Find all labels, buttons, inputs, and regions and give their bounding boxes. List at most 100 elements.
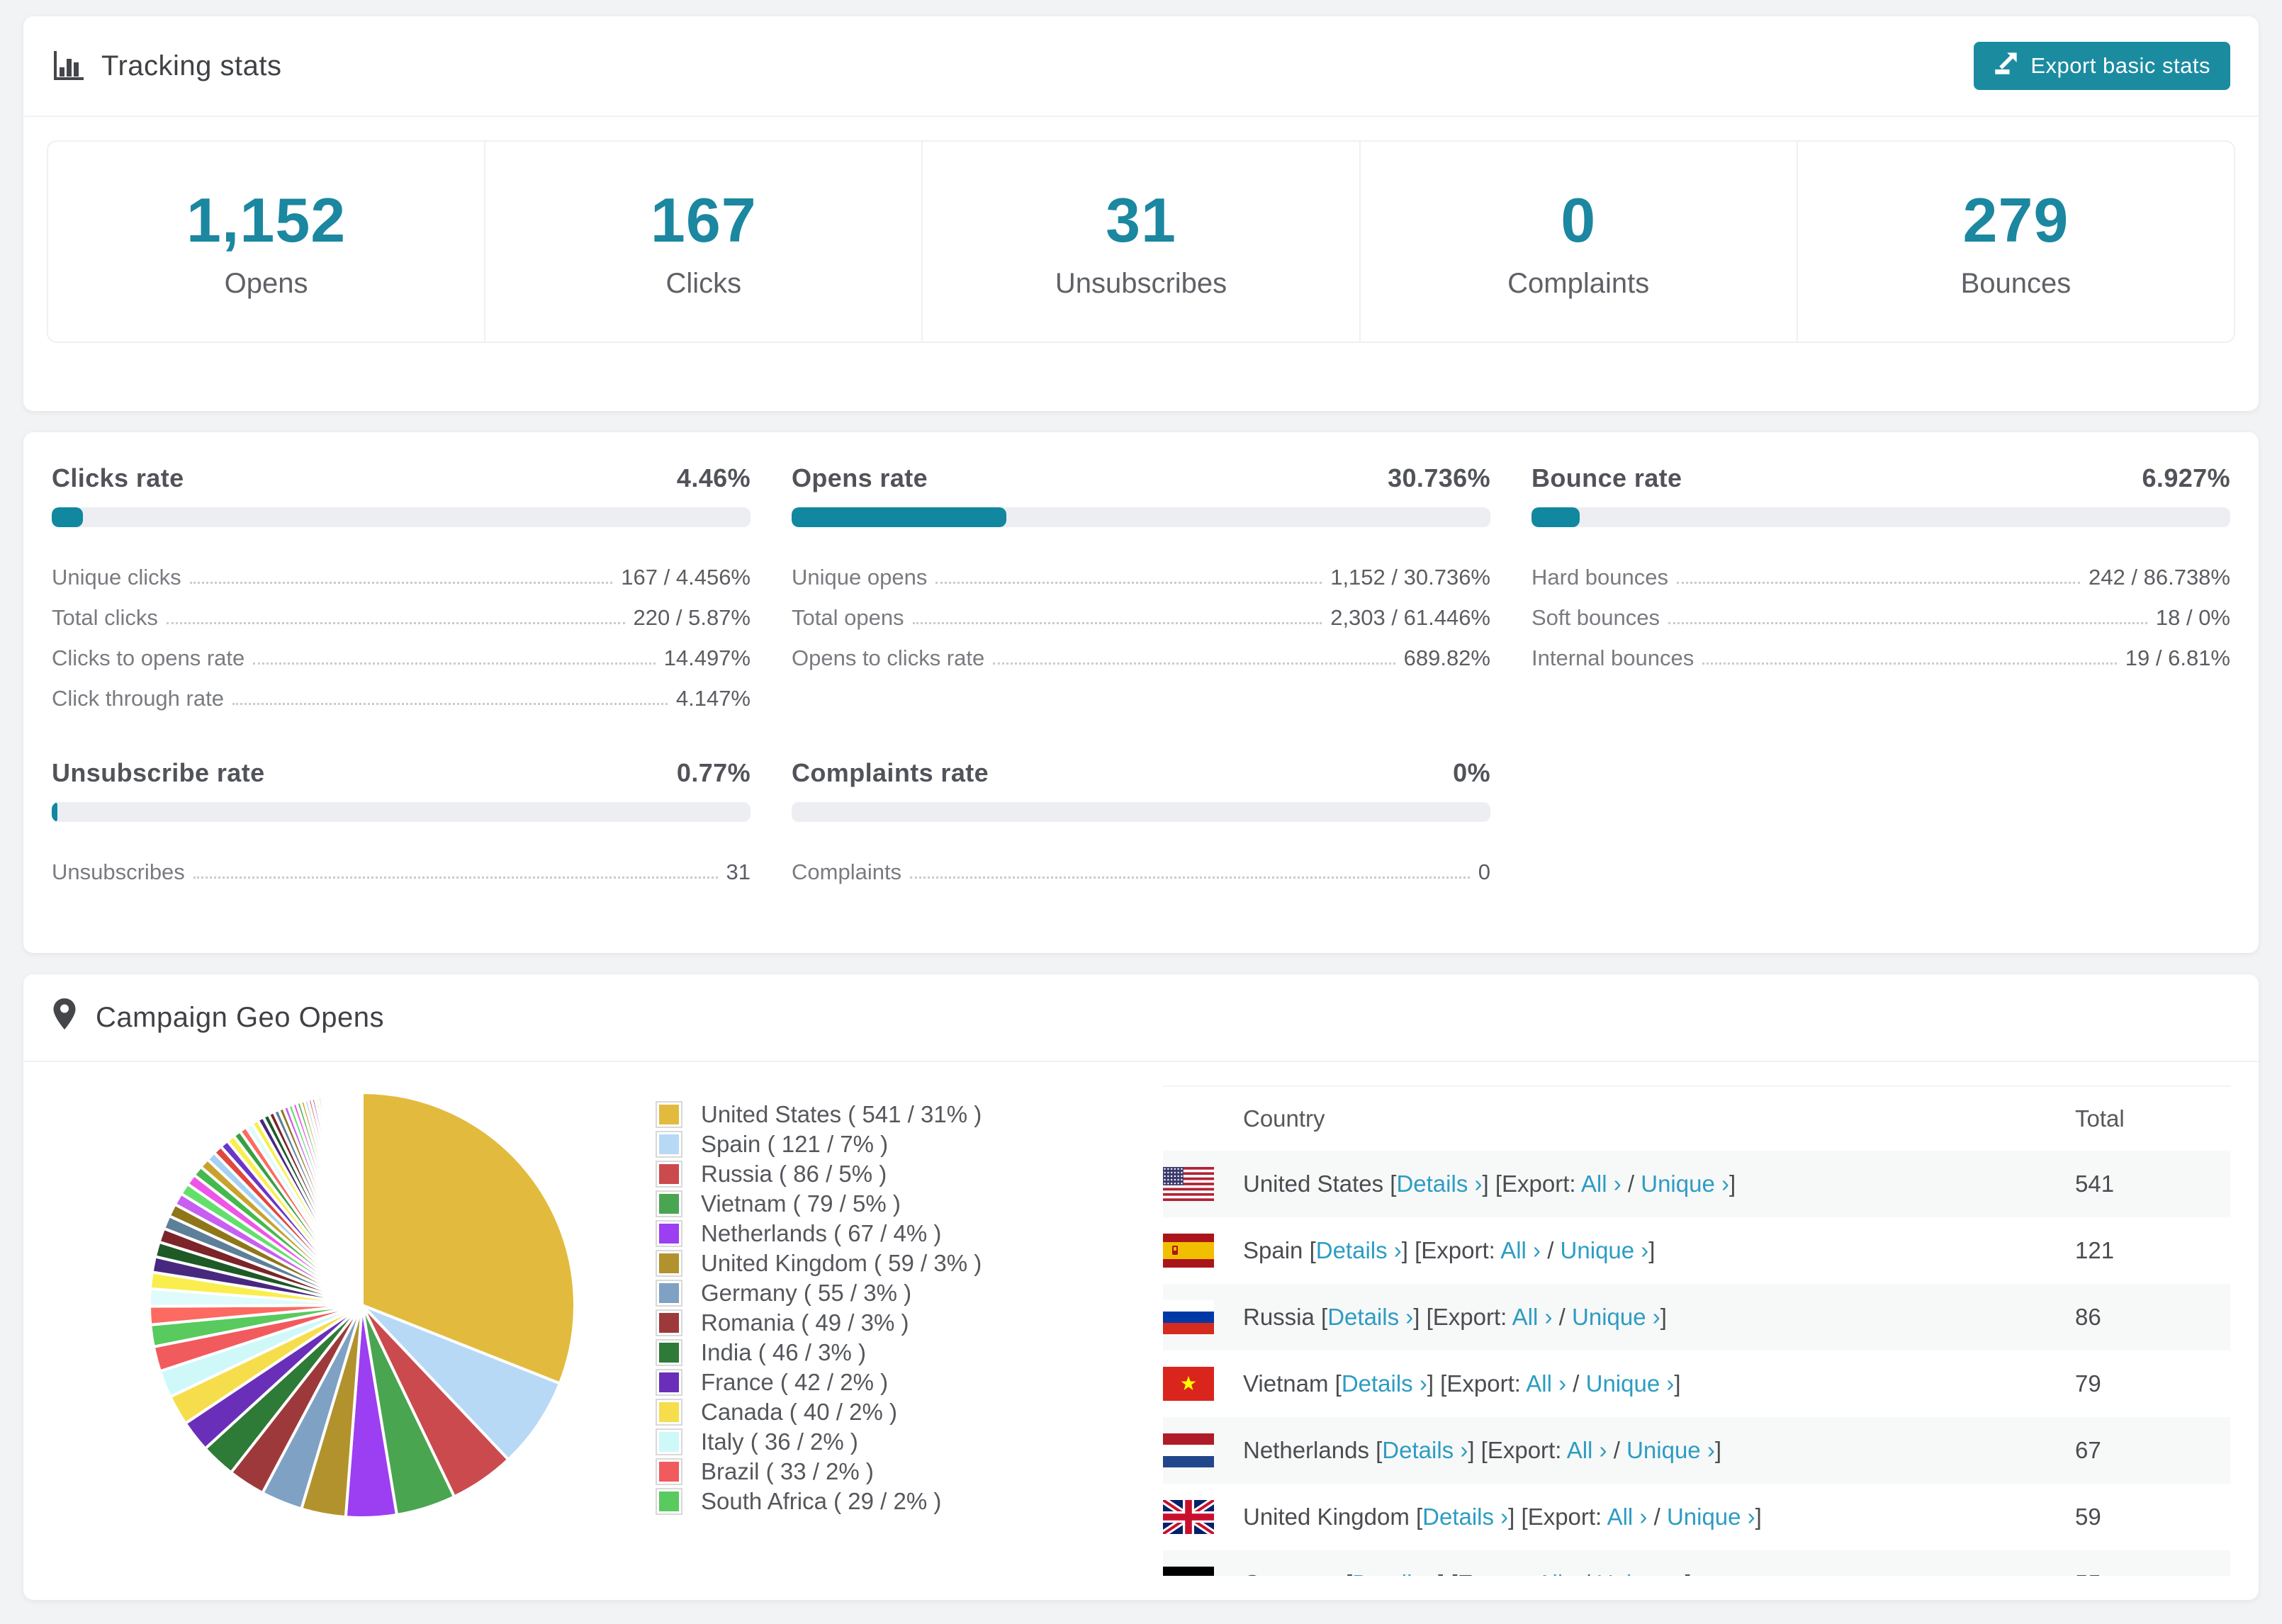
bracket-close: ] [1674, 1370, 1681, 1397]
slash: / [1577, 1570, 1597, 1576]
geo-export-all-link[interactable]: All › [1607, 1504, 1648, 1530]
rate-stat-row: Soft bounces 18 / 0% [1531, 590, 2230, 631]
geo-row-total: 86 [2075, 1304, 2101, 1330]
geo-export-all-link[interactable]: All › [1536, 1570, 1577, 1576]
rate-progress-fill [52, 507, 83, 527]
dotted-leader [166, 622, 625, 624]
legend-item-france: France ( 42 / 2% ) [656, 1368, 1152, 1397]
geo-details-link[interactable]: Details › [1382, 1437, 1468, 1463]
bracket: ] [ [1482, 1171, 1502, 1197]
geo-row-nl: Netherlands [Details ›] [Export: All › /… [1163, 1417, 2230, 1484]
rate-stat-label: Click through rate [52, 686, 224, 711]
geo-export-all-link[interactable]: All › [1512, 1304, 1553, 1330]
geo-row-total: 541 [2075, 1171, 2115, 1197]
bar-chart-icon [52, 50, 84, 82]
geo-row-text: Germany [Details ›] [Export: All › / Uni… [1243, 1550, 2075, 1576]
rate-stat-row: Clicks to opens rate 14.497% [52, 631, 751, 671]
rate-stat-label: Opens to clicks rate [792, 645, 985, 670]
geo-export-all-link[interactable]: All › [1581, 1171, 1621, 1197]
legend-item-vietnam: Vietnam ( 79 / 5% ) [656, 1189, 1152, 1219]
geo-details-link[interactable]: Details › [1342, 1370, 1427, 1397]
rate-stat-value: 689.82% [1403, 645, 1490, 670]
rate-stat-row: Unsubscribes 31 [52, 845, 751, 885]
rate-stat-label: Total opens [792, 605, 904, 630]
flag-icon-gb [1163, 1484, 1243, 1550]
geo-row-total: 59 [2075, 1504, 2101, 1530]
geo-export-all-link[interactable]: All › [1567, 1437, 1607, 1463]
geo-row-text: United Kingdom [Details ›] [Export: All … [1243, 1484, 2075, 1550]
summary-stats-row: 1,152 Opens 167 Clicks 31 Unsubscribes 0 Compla… [47, 140, 2235, 343]
geo-export-unique-link[interactable]: Unique › [1667, 1504, 1755, 1530]
dotted-leader [193, 876, 718, 879]
rate-stat-value: 4.147% [675, 686, 751, 711]
export-label: Export: [1458, 1570, 1537, 1576]
geo-export-unique-link[interactable]: Unique › [1626, 1437, 1715, 1463]
legend-item-russia: Russia ( 86 / 5% ) [656, 1159, 1152, 1189]
rate-progress-bar [792, 507, 1490, 527]
geo-export-unique-link[interactable]: Unique › [1586, 1370, 1675, 1397]
rates-grid: Clicks rate 4.46% Unique clicks 167 / 4.456… [52, 463, 2230, 885]
tracking-stats-card: Tracking stats Export basic stats 1,152 O… [23, 16, 2259, 411]
legend-swatch [656, 1250, 682, 1277]
geo-export-unique-link[interactable]: Unique › [1597, 1570, 1685, 1576]
legend-label: Brazil ( 33 / 2% ) [701, 1458, 874, 1484]
slash: / [1552, 1304, 1573, 1330]
geo-opens-body: United States ( 541 / 31% ) Spain ( 121 /… [23, 1062, 2259, 1576]
geo-export-unique-link[interactable]: Unique › [1641, 1171, 1729, 1197]
geo-row-total: 67 [2075, 1437, 2101, 1463]
legend-label: Vietnam ( 79 / 5% ) [701, 1190, 901, 1217]
legend-label: Russia ( 86 / 5% ) [701, 1161, 887, 1187]
slash: / [1541, 1237, 1561, 1263]
flag-icon-es [1163, 1217, 1243, 1284]
stat-cell-bounces: 279 Bounces [1796, 142, 2234, 342]
legend-label: United States ( 541 / 31% ) [701, 1101, 982, 1127]
legend-label: France ( 42 / 2% ) [701, 1369, 889, 1395]
geo-export-all-link[interactable]: All › [1526, 1370, 1566, 1397]
geo-details-link[interactable]: Details › [1396, 1171, 1482, 1197]
slash: / [1607, 1437, 1627, 1463]
legend-item-netherlands: Netherlands ( 67 / 4% ) [656, 1219, 1152, 1248]
export-basic-stats-button[interactable]: Export basic stats [1974, 42, 2230, 90]
geo-row-total: 55 [2075, 1550, 2230, 1576]
geo-row-es: Spain [Details ›] [Export: All › / Uniqu… [1163, 1217, 2230, 1284]
rate-progress-fill [52, 802, 57, 822]
rate-section-clicks-rate: Clicks rate 4.46% Unique clicks 167 / 4.456… [52, 463, 751, 711]
stat-value: 167 [650, 184, 757, 255]
legend-swatch [656, 1399, 682, 1426]
geo-details-link[interactable]: Details › [1327, 1304, 1413, 1330]
flag-icon-de [1163, 1550, 1243, 1576]
legend-label: United Kingdom ( 59 / 3% ) [701, 1250, 982, 1276]
country-name: United States [ [1243, 1171, 1397, 1197]
legend-item-spain: Spain ( 121 / 7% ) [656, 1129, 1152, 1159]
export-label: Export: [1446, 1370, 1527, 1397]
geo-details-link[interactable]: Details › [1352, 1570, 1438, 1576]
geo-row-de: Germany [Details ›] [Export: All › / Uni… [1163, 1550, 2230, 1576]
bracket: ] [ [1438, 1570, 1458, 1576]
geo-pie-chart [142, 1086, 582, 1525]
legend-item-italy: Italy ( 36 / 2% ) [656, 1427, 1152, 1457]
geo-export-unique-link[interactable]: Unique › [1572, 1304, 1660, 1330]
legend-item-canada: Canada ( 40 / 2% ) [656, 1397, 1152, 1427]
geo-details-link[interactable]: Details › [1422, 1504, 1508, 1530]
slash: / [1621, 1171, 1641, 1197]
geo-details-link[interactable]: Details › [1316, 1237, 1402, 1263]
rate-stat-row: Unique clicks 167 / 4.456% [52, 550, 751, 590]
dotted-leader [189, 582, 613, 584]
stat-label: Unsubscribes [1055, 267, 1227, 299]
rate-stat-value: 18 / 0% [2155, 605, 2230, 630]
geo-table: Country Total United States [Details ›] … [1163, 1086, 2230, 1576]
legend-label: Germany ( 55 / 3% ) [701, 1280, 912, 1306]
rate-stat-label: Hard bounces [1531, 565, 1669, 590]
rate-stat-value: 31 [726, 859, 751, 884]
rate-stat-value: 0 [1478, 859, 1490, 884]
geo-export-unique-link[interactable]: Unique › [1561, 1237, 1649, 1263]
rate-section-bounce-rate: Bounce rate 6.927% Hard bounces 242 / 86.73… [1531, 463, 2230, 711]
export-label: Export: [1487, 1437, 1567, 1463]
legend-swatch [656, 1309, 682, 1336]
legend-item-brazil: Brazil ( 33 / 2% ) [656, 1457, 1152, 1487]
rate-stat-row: Complaints 0 [792, 845, 1490, 885]
legend-swatch [656, 1458, 682, 1485]
export-label: Export: [1421, 1237, 1501, 1263]
geo-export-all-link[interactable]: All › [1500, 1237, 1541, 1263]
rate-section-complaints-rate: Complaints rate 0% Complaints 0 [792, 758, 1490, 885]
